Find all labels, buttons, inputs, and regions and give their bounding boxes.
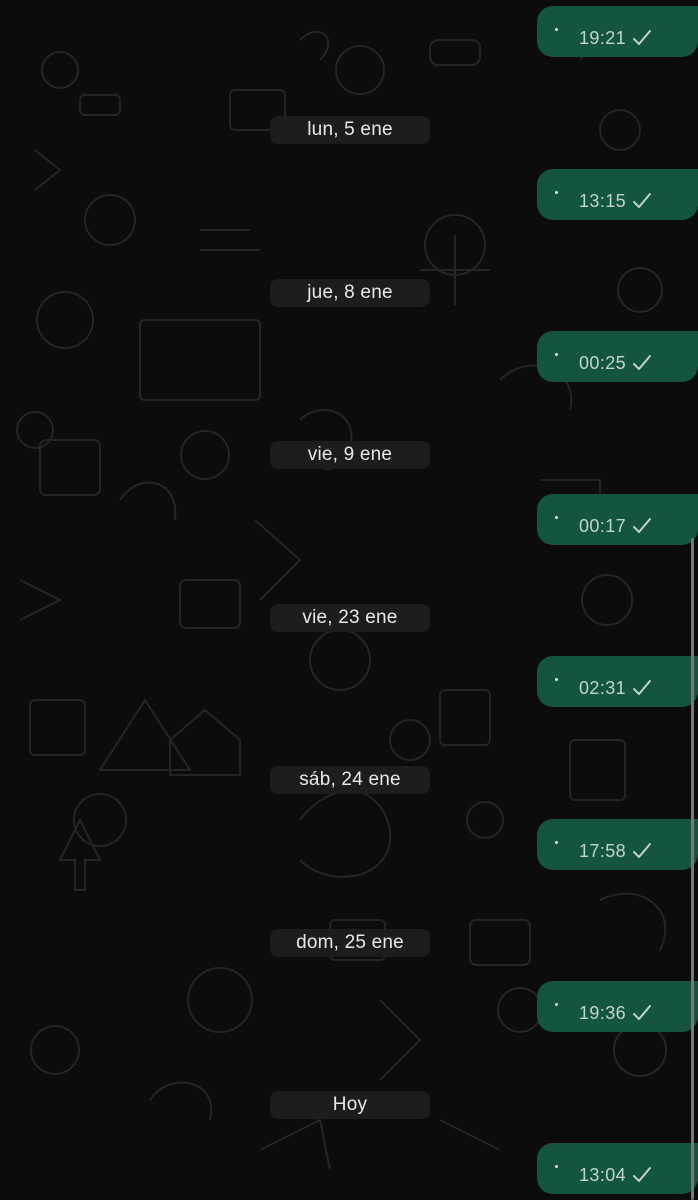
- single-check-icon: [633, 843, 651, 858]
- message-timestamp: 13:04: [579, 1165, 627, 1185]
- date-separator: vie, 23 ene: [270, 604, 430, 632]
- message-dot: [555, 191, 558, 194]
- message-dot: [555, 1165, 558, 1168]
- date-separator-today: Hoy: [270, 1091, 430, 1119]
- date-separator: sáb, 24 ene: [270, 766, 430, 794]
- chat-scrollbar[interactable]: [691, 538, 694, 1200]
- message-dot: [555, 353, 558, 356]
- single-check-icon: [633, 680, 651, 695]
- outgoing-message-bubble[interactable]: 19:21: [537, 6, 698, 57]
- single-check-icon: [633, 355, 651, 370]
- outgoing-message-bubble[interactable]: 00:17: [537, 494, 698, 545]
- outgoing-message-bubble[interactable]: 02:31: [537, 656, 698, 707]
- message-timestamp: 00:17: [579, 516, 627, 536]
- date-separator: jue, 8 ene: [270, 279, 430, 307]
- message-dot: [555, 678, 558, 681]
- message-dot: [555, 841, 558, 844]
- single-check-icon: [633, 1167, 651, 1182]
- message-dot: [555, 28, 558, 31]
- outgoing-message-bubble[interactable]: 19:36: [537, 981, 698, 1032]
- outgoing-message-bubble[interactable]: 17:58: [537, 819, 698, 870]
- message-timestamp: 17:58: [579, 841, 627, 861]
- message-timestamp: 00:25: [579, 353, 627, 373]
- single-check-icon: [633, 1005, 651, 1020]
- date-separator: vie, 9 ene: [270, 441, 430, 469]
- single-check-icon: [633, 518, 651, 533]
- message-dot: [555, 516, 558, 519]
- date-separator: dom, 25 ene: [270, 929, 430, 957]
- message-timestamp: 19:21: [579, 28, 627, 48]
- message-timestamp: 19:36: [579, 1003, 627, 1023]
- outgoing-message-bubble[interactable]: 13:04: [537, 1143, 698, 1194]
- date-separator: lun, 5 ene: [270, 116, 430, 144]
- message-dot: [555, 1003, 558, 1006]
- chat-area[interactable]: lun, 5 ene jue, 8 ene vie, 9 ene vie, 23…: [0, 0, 698, 1200]
- single-check-icon: [633, 193, 651, 208]
- message-timestamp: 02:31: [579, 678, 627, 698]
- outgoing-message-bubble[interactable]: 13:15: [537, 169, 698, 220]
- outgoing-message-bubble[interactable]: 00:25: [537, 331, 698, 382]
- message-timestamp: 13:15: [579, 191, 627, 211]
- single-check-icon: [633, 30, 651, 45]
